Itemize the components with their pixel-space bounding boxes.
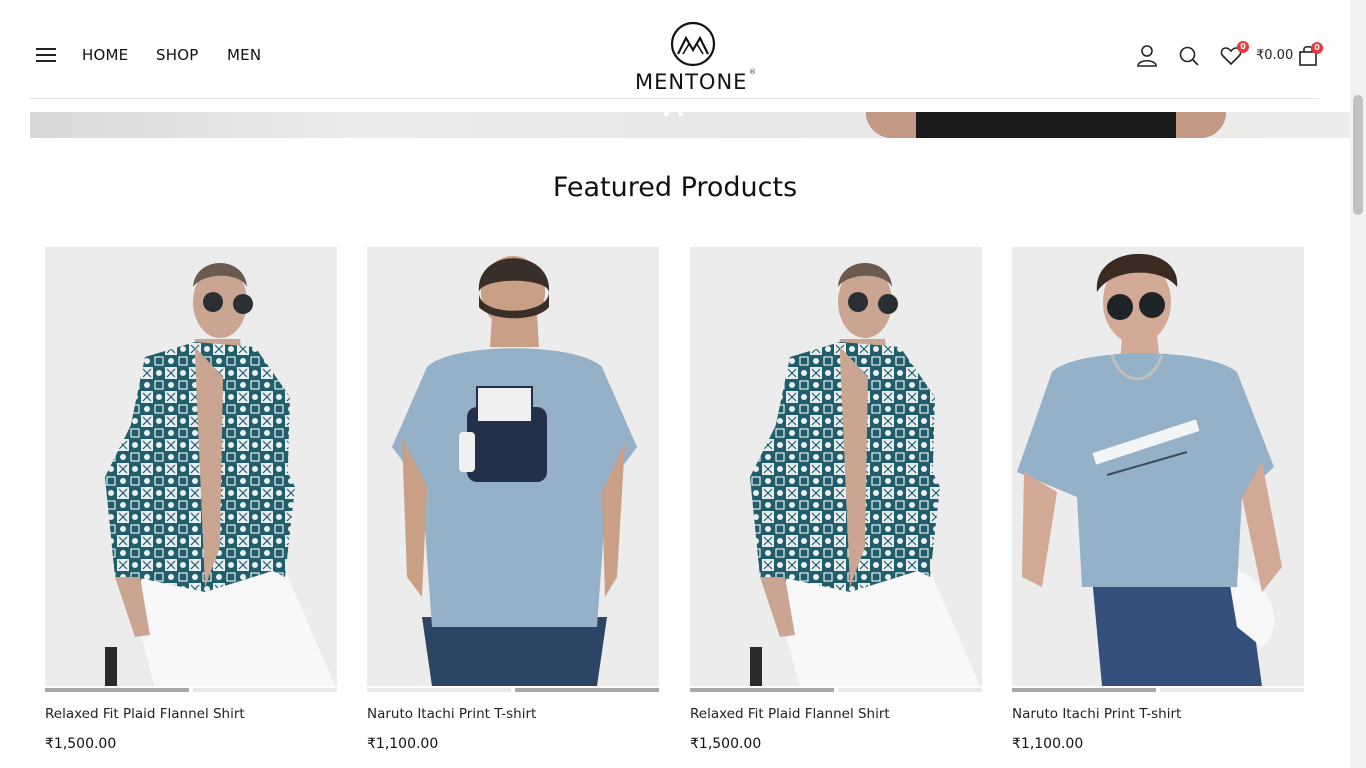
product-name[interactable]: Relaxed Fit Plaid Flannel Shirt	[690, 706, 890, 722]
model-plaid-shirt-image	[750, 263, 980, 686]
product-price: ₹1,100.00	[367, 736, 439, 752]
logo-text: MENTONE	[635, 70, 748, 94]
featured-products-title: Featured Products	[552, 172, 798, 203]
page-scrollbar[interactable]	[1350, 0, 1366, 768]
image-progress-bar[interactable]	[1012, 688, 1156, 692]
image-progress-bar[interactable]	[690, 688, 834, 692]
product-image[interactable]	[45, 247, 337, 686]
slider-dot[interactable]	[678, 112, 683, 116]
cart-count-badge: 0	[1311, 42, 1323, 54]
nav-home[interactable]: HOME	[82, 46, 128, 64]
logo-mark-icon	[670, 21, 716, 67]
nav-shop[interactable]: SHOP	[156, 46, 198, 64]
search-icon[interactable]	[1178, 44, 1200, 68]
wishlist-count-badge: 0	[1237, 41, 1249, 53]
nav-men[interactable]: MEN	[227, 46, 261, 64]
model-back-tshirt-image	[392, 256, 637, 686]
product-price: ₹1,100.00	[1012, 736, 1084, 752]
product-image[interactable]	[367, 247, 659, 686]
image-progress-bar[interactable]	[193, 688, 337, 692]
product-card[interactable]: Naruto Itachi Print T-shirt ₹1,100.00	[367, 247, 659, 768]
product-name[interactable]: Naruto Itachi Print T-shirt	[1012, 706, 1181, 722]
image-progress-bar[interactable]	[838, 688, 982, 692]
banner-model-arm-right	[1176, 112, 1226, 138]
image-progress-bar[interactable]	[367, 688, 511, 692]
banner-model-arm-left	[866, 112, 916, 138]
slider-dot[interactable]	[664, 112, 669, 116]
product-image[interactable]	[690, 247, 982, 686]
user-icon[interactable]	[1136, 44, 1158, 68]
image-progress-bar[interactable]	[1160, 688, 1304, 692]
product-card[interactable]: Relaxed Fit Plaid Flannel Shirt ₹1,500.0…	[690, 247, 982, 768]
banner-model	[866, 112, 1226, 138]
product-name[interactable]: Naruto Itachi Print T-shirt	[367, 706, 536, 722]
site-logo[interactable]: MENTONE ®	[632, 20, 758, 96]
header-divider	[30, 98, 1319, 99]
model-plaid-shirt-image	[105, 263, 335, 686]
product-price: ₹1,500.00	[45, 736, 117, 752]
image-progress-bar[interactable]	[45, 688, 189, 692]
product-price: ₹1,500.00	[690, 736, 762, 752]
scrollbar-thumb[interactable]	[1353, 95, 1363, 215]
model-front-tshirt-image	[1017, 253, 1282, 686]
site-header: HOME SHOP MEN MENTONE ® 0 ₹0.00 0	[0, 0, 1350, 112]
cart-total[interactable]: ₹0.00	[1256, 48, 1293, 63]
hero-banner-bottom	[30, 112, 1350, 138]
product-card[interactable]: Relaxed Fit Plaid Flannel Shirt ₹1,500.0…	[45, 247, 337, 768]
product-name[interactable]: Relaxed Fit Plaid Flannel Shirt	[45, 706, 245, 722]
logo-registered: ®	[749, 68, 756, 76]
menu-icon[interactable]	[36, 46, 56, 64]
product-card[interactable]: Naruto Itachi Print T-shirt ₹1,100.00	[1012, 247, 1304, 768]
image-progress-bar[interactable]	[515, 688, 659, 692]
product-image[interactable]	[1012, 247, 1304, 686]
